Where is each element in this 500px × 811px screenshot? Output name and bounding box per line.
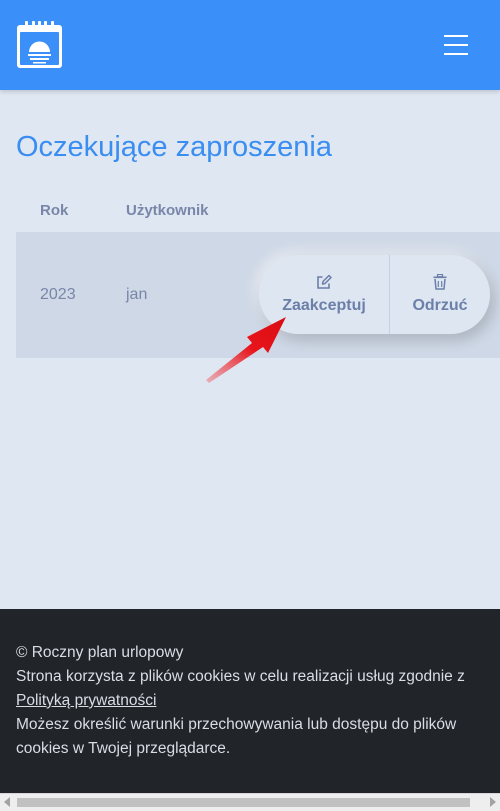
footer-storage-text: Możesz określić warunki przechowywania l… — [16, 716, 457, 757]
pointer-arrow-annotation — [206, 317, 286, 383]
column-header-year: Rok — [40, 202, 69, 219]
reject-button[interactable]: Odrzuć — [390, 255, 490, 334]
edit-icon — [317, 274, 332, 289]
footer: © Roczny plan urlopowy Strona korzysta z… — [0, 609, 500, 793]
scrollbar-thumb[interactable] — [17, 798, 470, 807]
privacy-policy-link[interactable]: Polityką prywatności — [16, 692, 156, 709]
footer-cookies-text: Strona korzysta z plików cookies w celu … — [16, 668, 465, 685]
page-title: Oczekujące zaproszenia — [16, 131, 332, 163]
scroll-left-icon[interactable] — [4, 797, 10, 807]
column-header-user: Użytkownik — [126, 202, 209, 219]
accept-label: Zaakceptuj — [282, 297, 366, 314]
footer-copyright: © Roczny plan urlopowy — [16, 644, 184, 661]
top-navbar — [0, 0, 500, 90]
scroll-right-icon[interactable] — [490, 797, 496, 807]
hamburger-menu-icon[interactable] — [440, 33, 474, 57]
horizontal-scrollbar[interactable] — [0, 793, 500, 811]
cell-user: jan — [126, 286, 148, 303]
reject-label: Odrzuć — [412, 297, 468, 314]
trash-icon — [433, 274, 447, 290]
cell-year: 2023 — [40, 286, 76, 303]
invitation-actions: Zaakceptuj Odrzuć — [259, 255, 490, 334]
calendar-sunset-icon[interactable] — [16, 21, 63, 69]
